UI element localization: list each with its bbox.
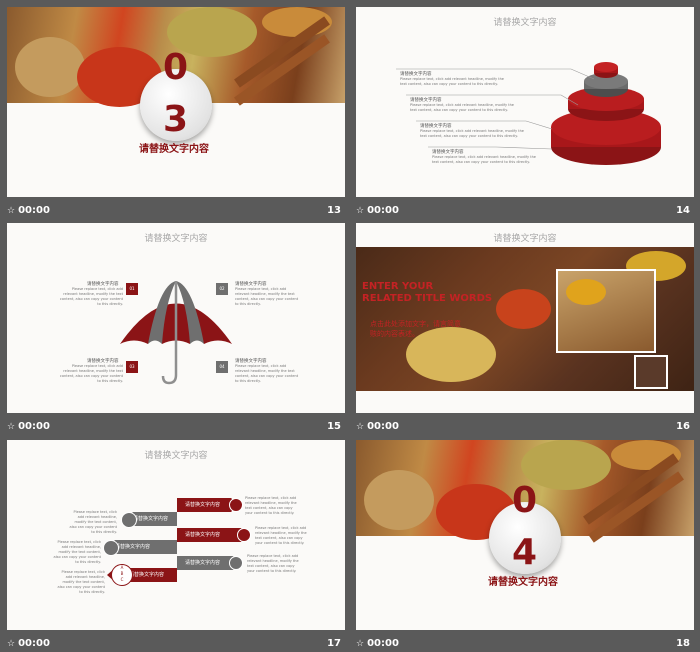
- slide-number: 13: [327, 205, 341, 216]
- item-text: Please replace text, click add relevant …: [235, 287, 299, 306]
- certificate-icon: [237, 528, 251, 542]
- section-title: 请替换文字内容: [139, 144, 209, 155]
- slide-meta: ☆ 00:00 14: [356, 203, 694, 219]
- timing[interactable]: ☆ 00:00: [7, 638, 50, 649]
- slide-number: 17: [327, 638, 341, 649]
- section-title: 请替换文字内容: [488, 577, 558, 588]
- item-text: Please replace text, click add relevant …: [410, 103, 514, 112]
- item-text: Please replace text, click add relevant …: [400, 77, 504, 86]
- slide-number: 15: [327, 421, 341, 432]
- item-text: Please replace text, click add relevant …: [57, 570, 105, 594]
- slide-title: 请替换文字内容: [493, 234, 557, 244]
- slide-meta: ☆ 00:00 15: [7, 419, 345, 435]
- bulb-icon: [229, 498, 243, 512]
- stacked-disc-graphic: [396, 62, 661, 165]
- headline: ENTER YOUR RELATED TITLE WORDS: [362, 281, 493, 304]
- abc-icon: A B C: [111, 564, 133, 586]
- slide-number: 16: [676, 421, 690, 432]
- user-icon: [121, 512, 137, 528]
- timing[interactable]: ☆ 00:00: [356, 205, 399, 216]
- section-number-bottom: 4: [512, 532, 538, 573]
- item-text: Please replace text, click add relevant …: [247, 554, 299, 573]
- star-icon: ☆: [7, 206, 16, 216]
- item-text: Please replace text, click add relevant …: [245, 496, 297, 515]
- number-box-02: 02: [216, 283, 228, 295]
- item-text: Please replace text, click add relevant …: [420, 129, 524, 138]
- section-number-top: 0: [163, 47, 189, 88]
- slide-number: 18: [676, 638, 690, 649]
- slide-meta: ☆ 00:00 18: [356, 636, 694, 652]
- slide-18-canvas: 0 4 请替换文字内容: [356, 440, 694, 630]
- number-box-04: 04: [216, 361, 228, 373]
- star-icon: ☆: [7, 422, 16, 432]
- timing[interactable]: ☆ 00:00: [356, 421, 399, 432]
- item-text: Please replace text, click add relevant …: [69, 510, 117, 534]
- number-box-03: 03: [126, 361, 138, 373]
- slide-14-canvas: 请替换文字内容 请替换文字内容 Please replace text, cli…: [356, 7, 694, 197]
- item-text: Please replace text, click add relevant …: [59, 364, 123, 383]
- timing[interactable]: ☆ 00:00: [7, 421, 50, 432]
- section-number-bottom: 3: [163, 99, 189, 140]
- slide-meta: ☆ 00:00 16: [356, 419, 694, 435]
- slide-title: 请替换文字内容: [144, 451, 208, 461]
- slide-number: 14: [676, 205, 690, 216]
- item-text: Please replace text, click add relevant …: [432, 155, 536, 164]
- umbrella-icon: [120, 281, 232, 385]
- timing[interactable]: ☆ 00:00: [7, 205, 50, 216]
- slide-13-canvas: 0 3 请替换文字内容: [7, 7, 345, 197]
- slide-meta: ☆ 00:00 13: [7, 203, 345, 219]
- slide-16-canvas: 请替换文字内容 ENTER YOUR RELATED TITLE WORDS 点…: [356, 223, 694, 413]
- section-number-top: 0: [512, 480, 538, 521]
- slide-meta: ☆ 00:00 17: [7, 636, 345, 652]
- graduation-cap-icon: [103, 540, 119, 556]
- slide-15-canvas: 请替换文字内容 01 02 03 04 请替换文字内容 Please repla…: [7, 223, 345, 413]
- star-icon: ☆: [356, 422, 365, 432]
- star-icon: ☆: [356, 206, 365, 216]
- item-text: Please replace text, click add relevant …: [235, 364, 299, 383]
- timing[interactable]: ☆ 00:00: [356, 638, 399, 649]
- item-text: Please replace text, click add relevant …: [59, 287, 123, 306]
- subtitle: 点击此处添加文字，请言简意 赅的内容表述。: [370, 320, 461, 338]
- number-box-01: 01: [126, 283, 138, 295]
- globe-icon: [229, 556, 243, 570]
- item-text: Please replace text, click add relevant …: [53, 540, 101, 564]
- item-text: Please replace text, click add relevant …: [255, 526, 307, 545]
- slide-17-canvas: 请替换文字内容 请替换文字内容 请替换文字内容 请替换文字内容 请替换文字内容 …: [7, 440, 345, 630]
